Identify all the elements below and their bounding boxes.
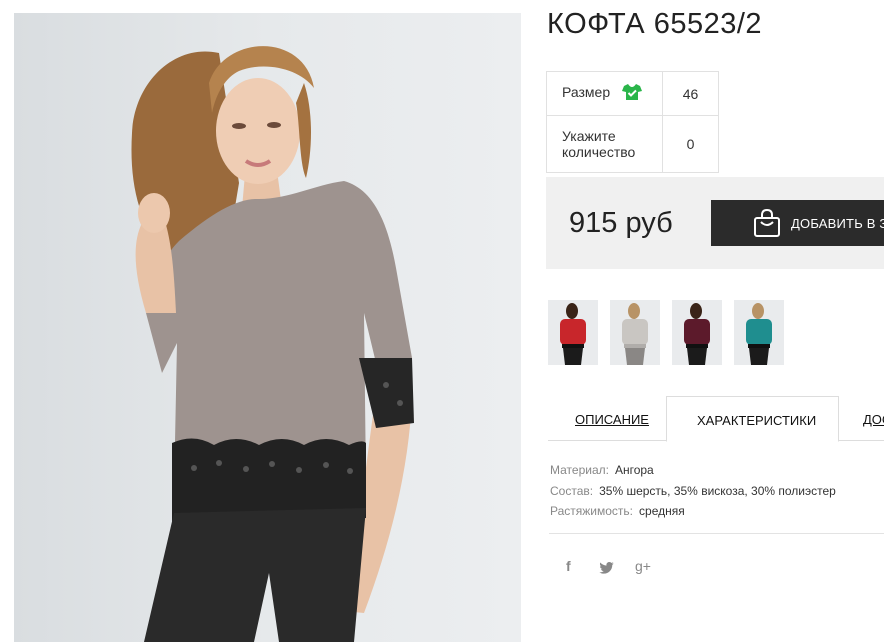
product-main-photo[interactable] [14, 13, 521, 642]
spec-row: Растяжимость: средняя [550, 501, 836, 522]
thumbnail-red[interactable] [548, 300, 598, 365]
quantity-label-line1: Укажите [562, 128, 616, 144]
spec-row: Материал: Ангора [550, 460, 836, 481]
tshirt-check-icon[interactable] [622, 83, 643, 104]
tab-description[interactable]: ОПИСАНИЕ [548, 396, 666, 440]
size-row: Размер 46 [546, 71, 719, 116]
add-to-cart-label: ДОБАВИТЬ В ЗАКАЗ [791, 216, 884, 231]
spec-key: Состав: [550, 483, 594, 498]
facebook-icon[interactable]: f [566, 558, 571, 574]
social-divider [549, 533, 884, 534]
tab-description-label: ОПИСАНИЕ [575, 412, 649, 427]
quantity-label-cell: Укажите количество [546, 115, 663, 173]
teal-variant-image [746, 303, 772, 365]
tab-characteristics[interactable]: ХАРАКТЕРИСТИКИ [666, 396, 839, 442]
add-to-cart-button[interactable]: ДОБАВИТЬ В ЗАКАЗ [711, 200, 884, 246]
thumbnail-teal[interactable] [734, 300, 784, 365]
price-panel: 915 руб ДОБАВИТЬ В ЗАКАЗ [546, 177, 884, 269]
price: 915 руб [569, 207, 673, 239]
spec-key: Материал: [550, 463, 609, 477]
specifications-list: Материал: Ангора Состав: 35% шерсть, 35% в… [550, 460, 836, 522]
quantity-row: Укажите количество 0 [546, 115, 719, 173]
red-variant-image [560, 303, 586, 365]
tab-characteristics-label: ХАРАКТЕРИСТИКИ [697, 413, 817, 428]
spec-row: Состав: 35% шерсть, 35% вискоза, 30% поли… [550, 481, 836, 502]
spec-value: Ангора [614, 463, 654, 477]
product-params-table: Размер 46 Укажите количество 0 [546, 71, 719, 173]
tab-delivery-label: ДОСТАВКА [863, 412, 884, 427]
spec-value: 35% шерсть, 35% вискоза, 30% полиэстер [599, 483, 836, 498]
size-label-cell: Размер [546, 71, 663, 116]
shopping-bag-icon [753, 208, 781, 242]
product-title: КОФТА 65523/2 [547, 8, 763, 40]
thumbnail-gray[interactable] [610, 300, 660, 365]
tab-delivery[interactable]: ДОСТАВКА [839, 396, 884, 440]
spec-value: средняя [639, 504, 685, 518]
gray-variant-image [622, 303, 648, 365]
model-wearing-sweater-image [131, 46, 414, 642]
thumbnail-burgundy[interactable] [672, 300, 722, 365]
product-info-tabs: ОПИСАНИЕ ХАРАКТЕРИСТИКИ ДОСТАВКА [548, 396, 884, 442]
burgundy-variant-image [684, 303, 710, 365]
spec-key: Растяжимость: [550, 504, 634, 518]
size-label: Размер [562, 84, 611, 101]
quantity-input[interactable]: 0 [662, 115, 719, 173]
size-value[interactable]: 46 [662, 71, 719, 116]
google-plus-icon[interactable]: g+ [635, 558, 651, 574]
quantity-label-line2: количество [562, 144, 636, 160]
twitter-icon[interactable] [599, 561, 614, 577]
